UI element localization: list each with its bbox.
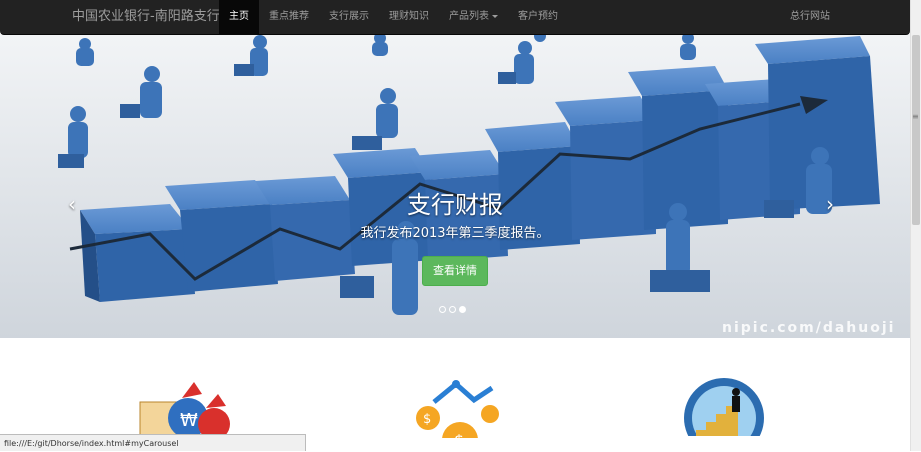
nav-item-products-label: 产品列表 <box>449 11 489 22</box>
success-stairs-icon <box>684 378 764 436</box>
carousel-slide-image <box>0 34 910 338</box>
carousel-title: 支行财报 <box>407 191 503 219</box>
carousel-indicator-active[interactable] <box>459 306 466 313</box>
nav-item-branch[interactable]: 支行展示 <box>319 0 379 34</box>
nav-item-home[interactable]: 主页 <box>219 0 259 34</box>
carousel-text: 我行发布2013年第三季度报告。 <box>360 226 550 241</box>
nav-item-recommend[interactable]: 重点推荐 <box>259 0 319 34</box>
view-details-button[interactable]: 查看详情 <box>422 256 488 286</box>
svg-text:$: $ <box>454 431 464 438</box>
carousel: ‹ › 支行财报 我行发布2013年第三季度报告。 查看详情 nipic.com… <box>0 34 910 338</box>
image-watermark: nipic.com/dahuoji <box>722 320 896 336</box>
main-nav: 主页 重点推荐 支行展示 理财知识 产品列表 客户预约 <box>219 0 568 34</box>
scrollbar-grip-icon: ≡ <box>912 112 919 121</box>
scrollbar-thumb[interactable] <box>912 35 920 225</box>
browser-status-bar: file:///E:/git/Dhorse/index.html#myCarou… <box>0 434 306 451</box>
nav-item-head-office[interactable]: 总行网站 <box>790 0 830 34</box>
carousel-indicators <box>439 306 466 313</box>
top-navbar: 中国农业银行-南阳路支行 主页 重点推荐 支行展示 理财知识 产品列表 客户预约… <box>0 0 910 35</box>
coins-people-icon: $ $ <box>416 380 499 438</box>
carousel-caption: 支行财报 我行发布2013年第三季度报告。 查看详情 <box>0 190 910 286</box>
nav-item-finance[interactable]: 理财知识 <box>379 0 439 34</box>
page-scrollbar[interactable] <box>910 0 921 451</box>
money-bag-icon: ₩ <box>139 382 230 436</box>
svg-text:$: $ <box>423 412 431 427</box>
nav-item-products[interactable]: 产品列表 <box>439 0 508 34</box>
carousel-indicator[interactable] <box>439 306 446 313</box>
nav-item-booking[interactable]: 客户预约 <box>508 0 568 34</box>
svg-text:₩: ₩ <box>180 410 198 431</box>
caret-down-icon <box>492 14 498 18</box>
carousel-indicator[interactable] <box>449 306 456 313</box>
navbar-brand[interactable]: 中国农业银行-南阳路支行 <box>72 0 220 34</box>
